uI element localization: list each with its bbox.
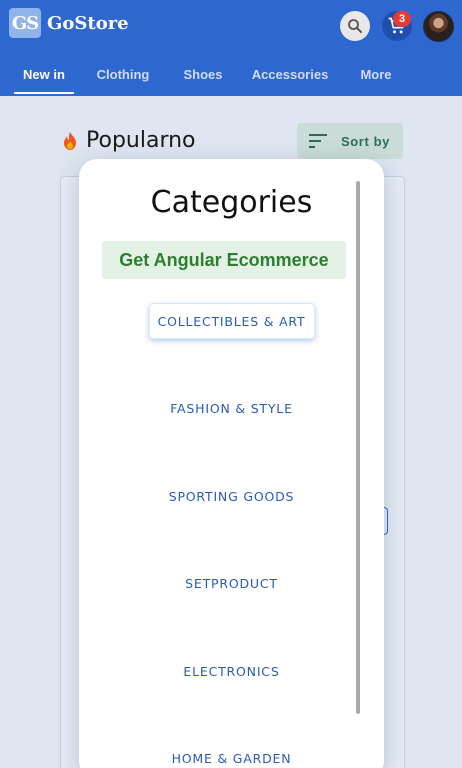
fire-icon bbox=[64, 131, 76, 150]
search-button[interactable] bbox=[340, 11, 370, 41]
brand-name: GoStore bbox=[47, 12, 129, 34]
section-title: Popularno bbox=[62, 128, 196, 153]
logo: GS bbox=[9, 8, 41, 38]
category-label: ELECTRONICS bbox=[183, 663, 280, 679]
category-tabs: New in Clothing Shoes Accessories More bbox=[0, 56, 462, 96]
tab-shoes[interactable]: Shoes bbox=[176, 56, 230, 92]
category-label: FASHION & STYLE bbox=[170, 400, 293, 416]
categories-panel: Categories Get Angular Ecommerce COLLECT… bbox=[79, 159, 384, 768]
category-item[interactable]: HOME & GARDEN bbox=[79, 740, 384, 768]
category-label: SPORTING GOODS bbox=[168, 488, 295, 504]
panel-title: Categories bbox=[150, 185, 313, 220]
category-label: HOME & GARDEN bbox=[171, 750, 292, 766]
tab-accessories[interactable]: Accessories bbox=[247, 56, 333, 92]
tab-more[interactable]: More bbox=[354, 56, 398, 92]
category-item[interactable]: SPORTING GOODS bbox=[79, 478, 384, 514]
section-title-text: Popularno bbox=[86, 128, 196, 153]
brand[interactable]: GS GoStore bbox=[9, 8, 129, 38]
app-bar: GS GoStore 3 New in Clothing Shoes Acces… bbox=[0, 0, 462, 96]
panel-scrollbar[interactable] bbox=[356, 181, 360, 714]
category-item[interactable]: SETPRODUCT bbox=[79, 565, 384, 601]
cart-count-badge: 3 bbox=[393, 11, 411, 27]
category-label: SETPRODUCT bbox=[185, 575, 278, 591]
category-label: COLLECTIBLES & ART bbox=[148, 303, 315, 339]
tab-clothing[interactable]: Clothing bbox=[90, 56, 156, 92]
avatar[interactable] bbox=[423, 11, 454, 42]
sort-button[interactable]: Sort by bbox=[297, 123, 403, 159]
search-icon bbox=[348, 19, 362, 33]
tab-new-in[interactable]: New in bbox=[14, 56, 74, 94]
category-item[interactable]: FASHION & STYLE bbox=[79, 390, 384, 426]
sort-icon bbox=[309, 134, 327, 148]
category-item[interactable]: ELECTRONICS bbox=[79, 653, 384, 689]
sort-label: Sort by bbox=[341, 133, 390, 149]
promo-link[interactable]: Get Angular Ecommerce bbox=[102, 241, 346, 279]
category-item[interactable]: COLLECTIBLES & ART bbox=[79, 303, 384, 339]
